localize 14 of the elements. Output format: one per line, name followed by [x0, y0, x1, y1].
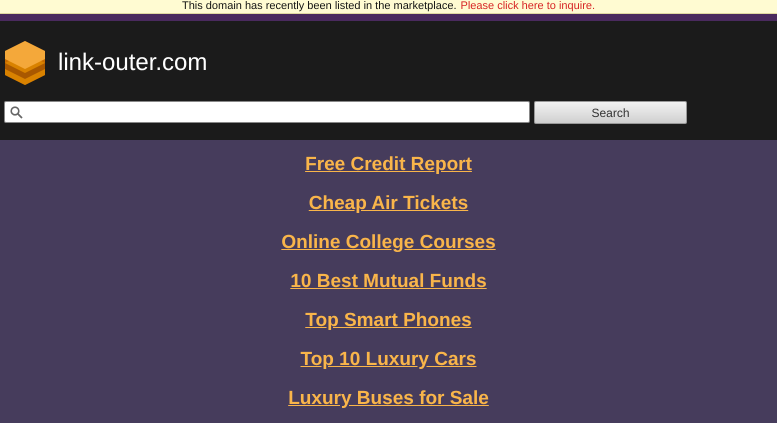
- notice-text: This domain has recently been listed in the marketplace.: [182, 0, 457, 13]
- related-link[interactable]: Cheap Air Tickets: [308, 193, 468, 215]
- related-link[interactable]: Top Smart Phones: [305, 310, 472, 332]
- related-link[interactable]: Top 10 Luxury Cars: [300, 349, 476, 371]
- related-link[interactable]: Free Credit Report: [305, 154, 472, 176]
- related-link[interactable]: Luxury Buses for Sale: [288, 388, 489, 410]
- inquire-link[interactable]: Please click here to inquire.: [460, 0, 596, 13]
- search-icon: [10, 106, 23, 118]
- related-link[interactable]: 10 Best Mutual Funds: [290, 271, 487, 293]
- search-field[interactable]: [4, 101, 530, 123]
- site-name: link-outer.com: [58, 49, 208, 77]
- related-link[interactable]: Online College Courses: [281, 232, 496, 254]
- layers-logo-icon: [4, 39, 46, 87]
- search-button[interactable]: Search: [534, 101, 687, 124]
